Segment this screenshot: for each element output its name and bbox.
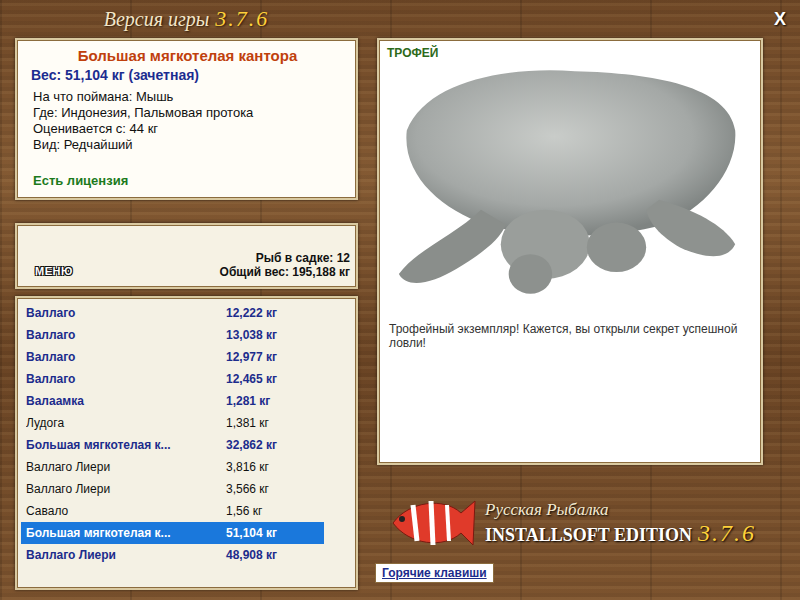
catch-name: Лудога	[26, 416, 226, 430]
title-text: Версия игры	[104, 8, 210, 31]
catch-row[interactable]: Валлаго Лиери3,816 кг	[21, 456, 352, 478]
fish-details: На что поймана: МышьГде: Индонезия, Паль…	[33, 89, 342, 153]
catch-row[interactable]: Валлаго13,038 кг	[21, 324, 352, 346]
fish-logo-icon	[389, 491, 477, 555]
catch-weight: 3,816 кг	[226, 460, 269, 474]
left-column: Большая мягкотелая кантораВес: 51,104 кг…	[15, 38, 358, 600]
catch-row[interactable]: Большая мягкотелая к...51,104 кг	[21, 522, 324, 544]
bottom-area: Русская Рыбалка INSTALLSOFT EDITION 3.7.6 Г…	[377, 465, 763, 600]
catch-weight: 1,56 кг	[226, 504, 262, 518]
catch-name: Валлаго	[26, 328, 226, 342]
catch-weight: 1,281 кг	[226, 394, 270, 408]
catch-row[interactable]: Валаамка1,281 кг	[21, 390, 352, 412]
fish-count: Рыб в садке: 12	[220, 251, 350, 265]
close-button[interactable]: X	[768, 9, 792, 30]
hotkeys-button[interactable]: Горячие клавиши	[375, 563, 494, 583]
fish-weight: Вес: 51,104 кг (зачетная)	[31, 66, 342, 84]
fish-detail: Вид: Редчайший	[33, 137, 342, 153]
catch-name: Валаамка	[26, 394, 226, 408]
catch-name: Валлаго Лиери	[26, 460, 226, 474]
game-logo: Русская Рыбалка INSTALLSOFT EDITION 3.7.6	[389, 491, 763, 555]
total-weight: Общий вес: 195,188 кг	[220, 265, 350, 279]
catch-row[interactable]: Валлаго12,222 кг	[21, 302, 352, 324]
catch-name: Валлаго	[26, 306, 226, 320]
keepnet-summary: Рыб в садке: 12Общий вес: 195,188 кг	[220, 251, 350, 279]
catch-weight: 12,465 кг	[226, 372, 277, 386]
fish-detail: Оценивается с: 44 кг	[33, 121, 342, 137]
license-status: Есть лицензия	[33, 173, 342, 188]
catch-weight: 3,566 кг	[226, 482, 269, 496]
catch-name: Валлаго	[26, 350, 226, 364]
logo-edition: INSTALLSOFT EDITION	[485, 525, 692, 546]
trophy-message: Трофейный экземпляр! Кажется, вы открыли…	[387, 322, 749, 350]
fish-detail: На что поймана: Мышь	[33, 89, 342, 105]
title-bar: Версия игры3.7.6 X	[0, 0, 800, 38]
title-version: 3.7.6	[215, 6, 269, 32]
catch-row[interactable]: Лудога1,381 кг	[21, 412, 352, 434]
fish-detail: Где: Индонезия, Пальмовая протока	[33, 105, 342, 121]
catch-weight: 12,222 кг	[226, 306, 277, 320]
turtle-icon	[387, 60, 753, 310]
catch-weight: 12,977 кг	[226, 350, 277, 364]
catch-weight: 13,038 кг	[226, 328, 277, 342]
catch-list: Валлаго12,222 кгВаллаго13,038 кгВаллаго1…	[15, 296, 358, 590]
catch-row[interactable]: Валлаго Лиери3,566 кг	[21, 478, 352, 500]
catch-row[interactable]: Большая мягкотелая к...32,862 кг	[21, 434, 352, 456]
window-title: Версия игры3.7.6	[15, 6, 358, 32]
trophy-picture	[387, 60, 753, 310]
catch-weight: 48,908 кг	[226, 548, 277, 562]
logo-version: 3.7.6	[698, 520, 756, 547]
logo-text: Русская Рыбалка INSTALLSOFT EDITION 3.7.6	[485, 500, 756, 547]
catch-name: Валлаго	[26, 372, 226, 386]
catch-weight: 1,381 кг	[226, 416, 269, 430]
catch-weight: 32,862 кг	[226, 438, 277, 452]
right-column: ТРОФЕЙ Трофейный экземпляр! Кажется, вы о…	[377, 38, 763, 600]
catch-row[interactable]: Валлаго12,465 кг	[21, 368, 352, 390]
catch-name: Валлаго Лиери	[26, 548, 226, 562]
catch-weight: 51,104 кг	[226, 526, 277, 540]
catch-name: Савало	[26, 504, 226, 518]
logo-edition-row: INSTALLSOFT EDITION 3.7.6	[485, 520, 756, 547]
keepnet-panel: МЕНЮ Рыб в садке: 12Общий вес: 195,188 кг	[15, 223, 358, 289]
catch-row[interactable]: Савало1,56 кг	[21, 500, 352, 522]
menu-button[interactable]: МЕНЮ	[35, 265, 73, 277]
trophy-label: ТРОФЕЙ	[387, 46, 753, 60]
main-area: Большая мягкотелая кантораВес: 51,104 кг…	[0, 38, 800, 600]
trophy-panel: ТРОФЕЙ Трофейный экземпляр! Кажется, вы о…	[377, 38, 763, 465]
logo-title: Русская Рыбалка	[485, 500, 756, 520]
fish-info-panel: Большая мягкотелая кантораВес: 51,104 кг…	[15, 38, 358, 200]
catch-name: Большая мягкотелая к...	[26, 438, 226, 452]
catch-row[interactable]: Валлаго12,977 кг	[21, 346, 352, 368]
catch-name: Валлаго Лиери	[26, 482, 226, 496]
catch-name: Большая мягкотелая к...	[26, 526, 226, 540]
fish-name: Большая мягкотелая кантора	[33, 46, 342, 66]
catch-row[interactable]: Валлаго Лиери48,908 кг	[21, 544, 352, 566]
